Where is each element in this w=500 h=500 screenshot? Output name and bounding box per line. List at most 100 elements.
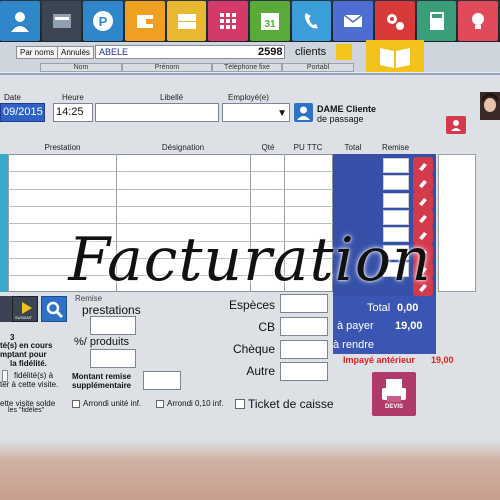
next-button[interactable]: SUIVANT bbox=[12, 296, 38, 322]
tab-annules[interactable]: Annulés bbox=[57, 46, 94, 59]
column-portable[interactable]: Portabl bbox=[282, 63, 354, 72]
wallet-icon bbox=[136, 15, 153, 28]
column-prenom[interactable]: Prénom bbox=[122, 63, 212, 72]
remise-prestations-input[interactable] bbox=[90, 316, 136, 335]
date-field[interactable]: 09/2015 bbox=[0, 103, 45, 122]
toolbar-button-calendar[interactable]: 31 bbox=[250, 1, 290, 41]
user-icon bbox=[10, 12, 29, 32]
time-field[interactable]: 14:25 bbox=[53, 103, 93, 122]
cheque-input[interactable] bbox=[280, 340, 328, 359]
employe-label: Employé(e) bbox=[228, 93, 269, 102]
montant-remise-input[interactable] bbox=[143, 371, 181, 390]
phone-icon bbox=[304, 13, 318, 29]
toolbar-button-calculator[interactable] bbox=[416, 1, 457, 41]
toolbar-button-wallet[interactable] bbox=[125, 1, 165, 41]
eraser-icon bbox=[419, 180, 427, 189]
client-search-strip: Par noms Annulés ABELE 2598 clients Nom … bbox=[0, 40, 500, 72]
remise-input[interactable] bbox=[383, 192, 409, 208]
remise-produits-input[interactable] bbox=[90, 349, 136, 368]
impaye-label: Impayé antérieur bbox=[343, 355, 416, 365]
a-payer-label: à payer bbox=[337, 320, 374, 332]
fidelity-line: fidélité(s) à bbox=[14, 371, 54, 380]
toolbar-button-phone[interactable] bbox=[291, 1, 332, 41]
toolbar-button-parking[interactable]: P bbox=[83, 1, 124, 41]
column-telephone[interactable]: Téléphone fixe bbox=[212, 63, 282, 72]
especes-label: Espèces bbox=[228, 298, 275, 312]
arrondi-unite-checkbox[interactable]: Arrondi unité inf. bbox=[72, 399, 141, 408]
book-icon[interactable] bbox=[336, 44, 352, 60]
svg-text:P: P bbox=[99, 14, 108, 29]
calendar-icon: 31 bbox=[260, 13, 279, 30]
remise-input[interactable] bbox=[383, 209, 409, 225]
remise-prestations-label: prestations bbox=[82, 303, 141, 317]
remise-input[interactable] bbox=[383, 158, 409, 173]
employee-select[interactable]: ▼ bbox=[222, 103, 290, 122]
toolbar-button-mail[interactable] bbox=[333, 1, 374, 41]
eraser-icon bbox=[419, 197, 427, 206]
toolbar-button-bulb[interactable] bbox=[458, 1, 499, 41]
heure-label: Heure bbox=[62, 93, 84, 102]
toolbar-button-gears[interactable] bbox=[375, 1, 415, 41]
autre-input[interactable] bbox=[280, 362, 328, 381]
hand-overlay bbox=[0, 440, 500, 500]
montant-remise-label: Montant remise bbox=[72, 372, 132, 381]
drawer-icon bbox=[177, 14, 196, 29]
fidelity-line-2: ter à cette visite. bbox=[0, 380, 59, 389]
search-button[interactable] bbox=[41, 296, 67, 322]
fidelity-text: té(s) en cours mptant pour la fidélité. bbox=[0, 341, 53, 368]
column-nom[interactable]: Nom bbox=[40, 63, 122, 72]
totals-summary: Total 0,00 à payer 19,00 à rendre bbox=[333, 296, 436, 354]
next-label: SUIVANT bbox=[15, 315, 33, 320]
cheque-label: Chèque bbox=[232, 342, 275, 356]
arrondi-010-checkbox[interactable]: Arrondi 0,10 inf. bbox=[156, 399, 223, 408]
solde-line-2: les "fidèles" bbox=[8, 407, 45, 414]
a-rendre-label: à rendre bbox=[333, 339, 374, 351]
line-action-button[interactable] bbox=[413, 174, 433, 193]
supplementaire-label: supplémentaire bbox=[72, 381, 132, 390]
overlay-title: Facturation bbox=[68, 225, 432, 295]
search-icon bbox=[46, 301, 64, 319]
autre-label: Autre bbox=[246, 364, 275, 378]
client-subtitle: de passage bbox=[317, 114, 364, 124]
tab-par-noms[interactable]: Par noms bbox=[16, 46, 59, 59]
toolbar-button-scanner[interactable] bbox=[41, 1, 82, 41]
col-prestation: Prestation bbox=[44, 143, 81, 152]
ticket-de-caisse-checkbox[interactable]: Ticket de caisse bbox=[235, 397, 334, 411]
client-icon[interactable] bbox=[294, 103, 313, 122]
remise-input[interactable] bbox=[383, 175, 409, 191]
a-payer-value: 19,00 bbox=[395, 320, 423, 332]
toolbar-button-grid[interactable] bbox=[208, 1, 249, 41]
main-toolbar: P 31 bbox=[0, 0, 500, 42]
col-pu-ttc: PU TTC bbox=[293, 143, 323, 152]
grid-icon bbox=[220, 13, 237, 29]
date-label: Date bbox=[4, 93, 21, 102]
line-action-button[interactable] bbox=[413, 157, 433, 175]
line-action-button[interactable] bbox=[413, 191, 433, 210]
cb-label: CB bbox=[258, 320, 275, 334]
client-name: DAME Cliente bbox=[317, 104, 377, 114]
bulb-icon bbox=[472, 13, 485, 29]
toolbar-button-drawer[interactable] bbox=[166, 1, 207, 41]
col-designation: Désignation bbox=[161, 143, 205, 152]
chevron-down-icon: ▼ bbox=[277, 108, 287, 119]
gears-icon bbox=[386, 14, 404, 30]
grid-row-divider bbox=[0, 188, 333, 190]
mail-icon bbox=[343, 14, 363, 27]
client-count: 2598 bbox=[258, 46, 283, 58]
client-search-input[interactable]: ABELE bbox=[95, 45, 285, 59]
svg-text:31: 31 bbox=[264, 19, 276, 30]
total-value: 0,00 bbox=[397, 302, 419, 314]
libelle-field[interactable] bbox=[95, 103, 219, 122]
scanner-icon bbox=[52, 14, 71, 28]
address-book-button[interactable] bbox=[366, 40, 424, 72]
avatar[interactable] bbox=[480, 92, 500, 120]
remise-label: Remise bbox=[75, 294, 103, 303]
devis-label: DEVIS bbox=[384, 404, 403, 410]
client-remove-button[interactable] bbox=[446, 116, 466, 134]
total-label: Total bbox=[367, 302, 391, 314]
eraser-icon bbox=[419, 214, 427, 223]
cb-input[interactable] bbox=[280, 317, 328, 336]
toolbar-button-user[interactable] bbox=[0, 1, 40, 41]
especes-input[interactable] bbox=[280, 294, 328, 313]
devis-button[interactable]: DEVIS bbox=[372, 372, 416, 416]
